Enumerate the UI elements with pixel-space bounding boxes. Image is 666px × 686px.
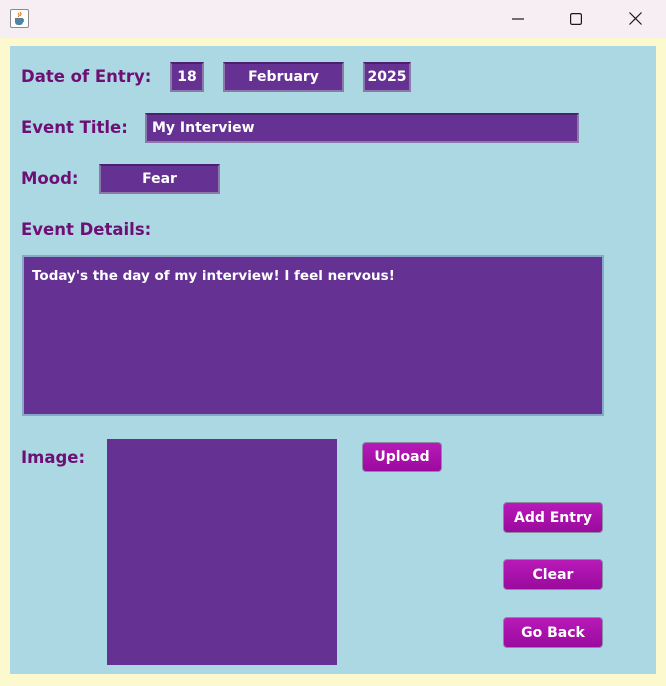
close-button[interactable] [606,0,664,38]
mood-label: Mood: [21,169,79,188]
add-entry-button[interactable]: Add Entry [503,502,603,533]
image-label: Image: [21,448,86,467]
go-back-button[interactable]: Go Back [503,617,603,648]
day-field[interactable]: 18 [170,62,204,92]
date-of-entry-label: Date of Entry: [21,67,152,86]
entry-form-panel: Date of Entry: 18 February 2025 Event Ti… [10,46,656,674]
java-cup-icon [10,9,29,28]
close-icon [628,10,642,29]
clear-button[interactable]: Clear [503,559,603,590]
maximize-icon [570,10,583,29]
image-preview [107,439,337,665]
minimize-icon [512,10,524,29]
year-field[interactable]: 2025 [363,62,411,92]
maximize-button[interactable] [547,0,605,38]
month-field[interactable]: February [223,62,344,92]
minimize-button[interactable] [489,0,547,38]
upload-button[interactable]: Upload [362,442,442,472]
mood-field[interactable]: Fear [99,164,220,194]
event-details-label: Event Details: [21,220,152,239]
event-details-textarea[interactable]: Today's the day of my interview! I feel … [22,255,604,416]
event-title-label: Event Title: [21,118,128,137]
event-title-field[interactable]: My Interview [145,113,579,143]
title-bar [0,0,666,38]
